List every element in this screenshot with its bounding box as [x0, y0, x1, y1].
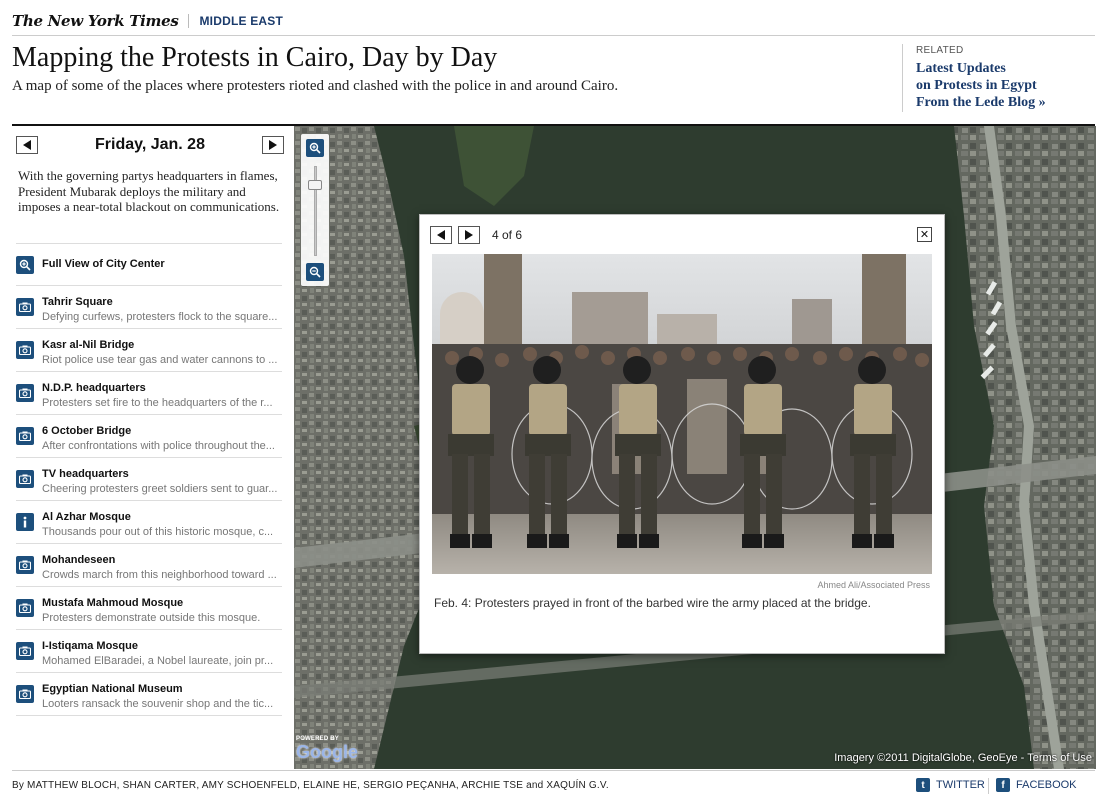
close-popup-button[interactable]: ✕: [917, 227, 932, 242]
zoom-in-icon: [309, 142, 321, 154]
day-description: With the governing partys headquarters i…: [18, 168, 280, 214]
location-title: 6 October Bridge: [42, 425, 132, 437]
top-divider: [12, 35, 1095, 36]
location-item[interactable]: 6 October Bridge After confrontations wit…: [16, 415, 282, 458]
page-summary: A map of some of the places where protes…: [12, 78, 619, 94]
arrow-left-icon: [23, 140, 31, 150]
camera-icon: [16, 556, 34, 574]
related-box: RELATED Latest Updates on Protests in Eg…: [902, 44, 1092, 112]
location-summary: Looters ransack the souvenir shop and th…: [42, 698, 274, 710]
location-title: Al Azhar Mosque: [42, 511, 131, 523]
camera-icon: [16, 298, 34, 316]
camera-icon: [16, 685, 34, 703]
arrow-right-icon: [465, 230, 473, 240]
location-title: TV headquarters: [42, 468, 129, 480]
close-icon: ✕: [919, 228, 930, 241]
zoom-in-icon: [16, 256, 34, 274]
camera-icon: [16, 427, 34, 445]
location-item[interactable]: I-Istiqama Mosque Mohamed ElBaradei, a No…: [16, 630, 282, 673]
location-summary: Crowds march from this neighborhood towa…: [42, 569, 277, 581]
zoom-control: [301, 134, 329, 286]
photo-illustration: [432, 254, 932, 574]
masthead: The New York Times MIDDLE EAST: [12, 8, 283, 34]
location-summary: Mohamed ElBaradei, a Nobel laureate, joi…: [42, 655, 274, 667]
location-title: N.D.P. headquarters: [42, 382, 146, 394]
protest-photo: [432, 254, 932, 574]
location-summary: Riot police use tear gas and water canno…: [42, 354, 278, 366]
location-summary: After confrontations with police through…: [42, 440, 275, 452]
location-item[interactable]: Mohandeseen Crowds march from this neighb…: [16, 544, 282, 587]
photo-credit: Ahmed Ali/Associated Press: [817, 580, 930, 590]
zoom-out-button[interactable]: [306, 263, 324, 281]
location-title: Tahrir Square: [42, 296, 113, 308]
twitter-icon: t: [916, 778, 930, 792]
full-view-item[interactable]: Full View of City Center: [16, 244, 282, 286]
location-title: Kasr al-Nil Bridge: [42, 339, 135, 351]
related-link-line1: Latest Updates: [916, 61, 1006, 76]
twitter-share-button[interactable]: t TWITTER: [916, 778, 985, 792]
map-credits[interactable]: Imagery ©2011 DigitalGlobe, GeoEye - Ter…: [834, 752, 1092, 764]
location-item[interactable]: N.D.P. headquarters Protesters set fire t…: [16, 372, 282, 415]
facebook-icon: f: [996, 778, 1010, 792]
info-icon: [16, 513, 34, 531]
zoom-slider-thumb[interactable]: [308, 180, 322, 190]
facebook-share-button[interactable]: f FACEBOOK: [996, 778, 1077, 792]
camera-icon: [16, 599, 34, 617]
day-title: Friday, Jan. 28: [95, 136, 205, 153]
previous-photo-button[interactable]: [430, 226, 452, 244]
photo-caption: Feb. 4: Protesters prayed in front of th…: [434, 596, 871, 610]
location-item[interactable]: Tahrir Square Defying curfews, protesters…: [16, 286, 282, 329]
google-wordmark: Google: [296, 742, 358, 762]
arrow-right-icon: [269, 140, 277, 150]
location-item[interactable]: Egyptian National Museum Looters ransack …: [16, 673, 282, 716]
photo-counter: 4 of 6: [492, 228, 523, 242]
location-item[interactable]: Mustafa Mahmoud Mosque Protesters demonst…: [16, 587, 282, 630]
page-title: Mapping the Protests in Cairo, Day by Da…: [12, 42, 498, 73]
location-summary: Protesters set fire to the headquarters …: [42, 397, 273, 409]
sidebar: Friday, Jan. 28 With the governing party…: [12, 126, 294, 769]
location-summary: Defying curfews, protesters flock to the…: [42, 311, 278, 323]
location-title: I-Istiqama Mosque: [42, 640, 138, 652]
related-link-line3: From the Lede Blog »: [916, 95, 1046, 110]
related-link-line2: on Protests in Egypt: [916, 78, 1037, 93]
location-title: Mohandeseen: [42, 554, 116, 566]
day-navigation: Friday, Jan. 28: [16, 136, 284, 156]
location-item[interactable]: Al Azhar Mosque Thousands pour out of thi…: [16, 501, 282, 544]
facebook-label: FACEBOOK: [1016, 779, 1077, 791]
camera-icon: [16, 470, 34, 488]
zoom-out-icon: [309, 266, 321, 278]
share-divider: [988, 778, 989, 794]
zoom-in-button[interactable]: [306, 139, 324, 157]
related-label: RELATED: [916, 45, 964, 56]
location-item[interactable]: TV headquarters Cheering protesters greet…: [16, 458, 282, 501]
footer-divider: [12, 770, 1095, 771]
masthead-divider: [188, 14, 190, 28]
location-title: Mustafa Mahmoud Mosque: [42, 597, 184, 609]
camera-icon: [16, 642, 34, 660]
previous-day-button[interactable]: [16, 136, 38, 154]
photo-popup: 4 of 6 ✕ Ahmed Ali/Associated Press Feb.…: [419, 214, 945, 654]
location-item[interactable]: Kasr al-Nil Bridge Riot police use tear g…: [16, 329, 282, 372]
section-link[interactable]: MIDDLE EAST: [199, 14, 283, 28]
location-summary: Protesters demonstrate outside this mosq…: [42, 612, 261, 624]
location-title: Egyptian National Museum: [42, 683, 183, 695]
location-summary: Cheering protesters greet soldiers sent …: [42, 483, 278, 495]
camera-icon: [16, 341, 34, 359]
location-summary: Thousands pour out of this historic mosq…: [42, 526, 274, 538]
location-list: Full View of City Center Tahrir Square De…: [16, 243, 282, 716]
twitter-label: TWITTER: [936, 779, 985, 791]
arrow-left-icon: [437, 230, 445, 240]
related-link[interactable]: Latest Updates on Protests in Egypt From…: [916, 60, 1092, 111]
next-day-button[interactable]: [262, 136, 284, 154]
next-photo-button[interactable]: [458, 226, 480, 244]
byline: By MATTHEW BLOCH, SHAN CARTER, AMY SCHOE…: [12, 780, 609, 791]
nyt-logo[interactable]: The New York Times: [12, 12, 179, 30]
full-view-label: Full View of City Center: [42, 258, 165, 270]
google-logo[interactable]: POWERED BY Google: [296, 736, 358, 763]
camera-icon: [16, 384, 34, 402]
